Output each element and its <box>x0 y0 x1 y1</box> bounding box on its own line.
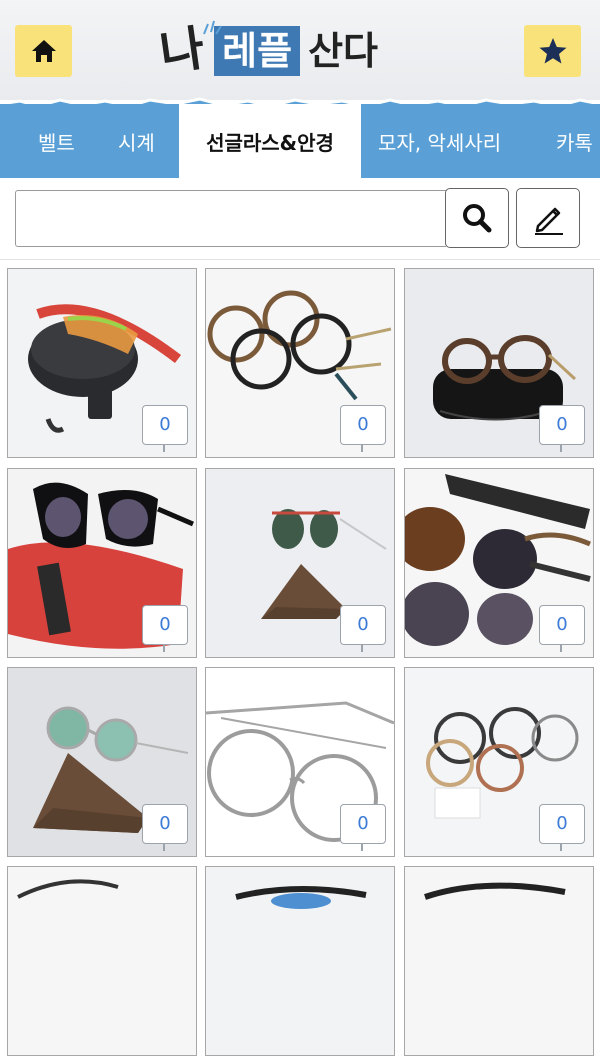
search-bar <box>0 178 600 260</box>
app-header: 나 레플 산다 <box>0 0 600 100</box>
product-image-partial <box>405 867 593 1055</box>
tab-watch[interactable]: 시계 <box>118 104 155 178</box>
comment-count: 0 <box>539 605 585 652</box>
comment-count: 0 <box>539 405 585 452</box>
star-icon <box>539 38 566 64</box>
product-card[interactable]: 0 <box>404 268 594 458</box>
comment-count: 0 <box>340 804 386 851</box>
product-grid: 0 0 0 0 0 0 0 0 0 <box>0 268 600 1056</box>
write-post-button[interactable] <box>516 188 580 248</box>
logo-suffix: 산다 <box>308 29 379 73</box>
logo-prefix: 나 <box>156 20 208 82</box>
logo-highlight: 레플 <box>214 26 301 76</box>
product-card[interactable]: 0 <box>7 268 197 458</box>
logo-spark-icon <box>203 20 222 35</box>
comment-count: 0 <box>142 605 188 652</box>
product-card[interactable]: 0 <box>205 268 395 458</box>
home-button[interactable] <box>15 25 72 77</box>
favorites-button[interactable] <box>524 25 581 77</box>
tab-kakaotalk[interactable]: 카톡 <box>556 104 593 178</box>
product-image-partial <box>8 867 196 1055</box>
comment-count: 0 <box>142 804 188 851</box>
comment-count: 0 <box>340 605 386 652</box>
comment-count: 0 <box>539 804 585 851</box>
tab-sunglasses-glasses[interactable]: 선글라스&안경 <box>179 104 361 178</box>
product-card[interactable] <box>205 866 395 1056</box>
product-card[interactable]: 0 <box>205 667 395 857</box>
magnifier-icon <box>463 204 492 233</box>
product-card[interactable]: 0 <box>205 468 395 658</box>
home-icon <box>31 40 56 62</box>
category-tab-bar: 벨트 시계 선글라스&안경 모자, 악세사리 카톡 <box>0 104 600 178</box>
search-button[interactable] <box>445 188 509 248</box>
product-card[interactable] <box>7 866 197 1056</box>
product-card[interactable] <box>404 866 594 1056</box>
tab-hats-accessories[interactable]: 모자, 악세사리 <box>378 104 501 178</box>
tab-belt[interactable]: 벨트 <box>38 104 75 178</box>
comment-count: 0 <box>340 405 386 452</box>
pencil-icon <box>535 207 563 235</box>
site-logo[interactable]: 나 레플 산다 <box>156 20 430 82</box>
product-card[interactable]: 0 <box>7 667 197 857</box>
product-card[interactable]: 0 <box>7 468 197 658</box>
product-image-partial <box>206 867 394 1055</box>
comment-count: 0 <box>142 405 188 452</box>
product-card[interactable]: 0 <box>404 667 594 857</box>
product-card[interactable]: 0 <box>404 468 594 658</box>
search-input[interactable] <box>15 190 446 247</box>
